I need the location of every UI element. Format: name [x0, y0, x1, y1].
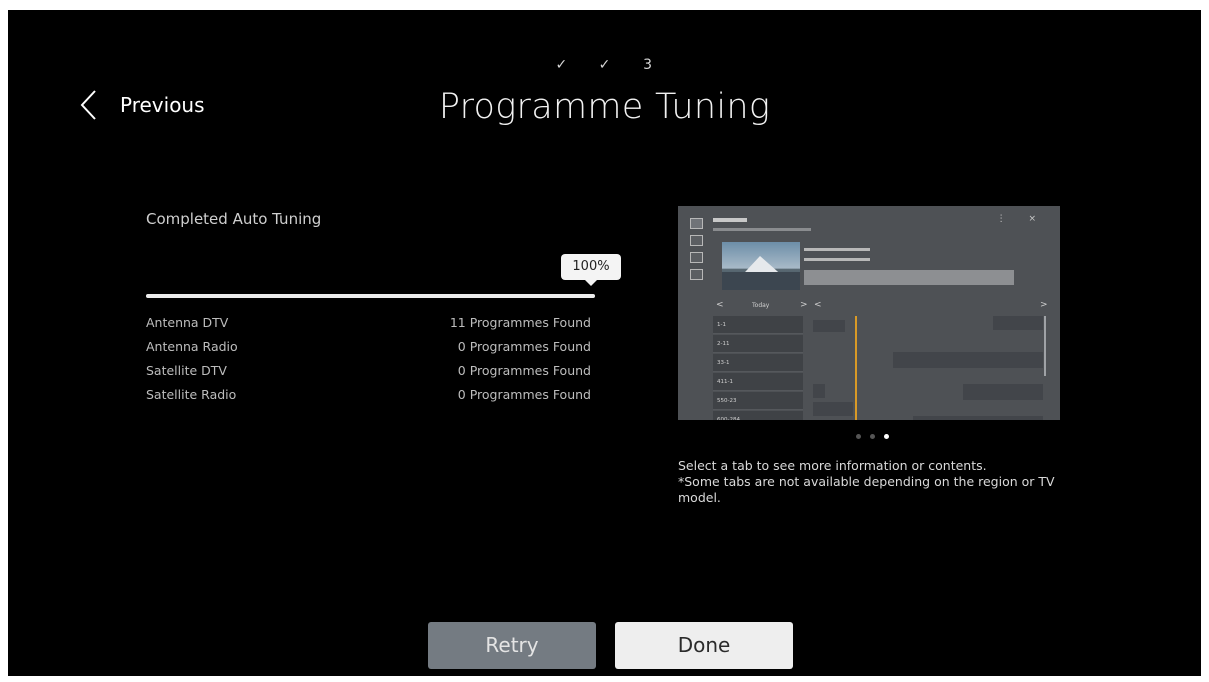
step-2-check-icon: ✓	[598, 57, 611, 73]
step-1-check-icon: ✓	[555, 57, 568, 73]
result-source: Antenna Radio	[146, 339, 238, 354]
page-dot	[870, 434, 875, 439]
preview-programme-block	[813, 402, 853, 416]
preview-tab-icon	[690, 218, 703, 229]
progress-bar	[146, 294, 595, 298]
preview-current-time-line	[855, 316, 857, 420]
tuning-results-list: Antenna DTV 11 Programmes Found Antenna …	[146, 314, 591, 410]
preview-description: Select a tab to see more information or …	[678, 458, 1078, 506]
preview-channel-row: 33-1	[713, 354, 803, 372]
preview-subheader-line	[713, 228, 811, 231]
result-source: Satellite DTV	[146, 363, 227, 378]
result-count: 0 Programmes Found	[457, 387, 591, 402]
step-indicator: ✓ ✓ 3	[8, 54, 1201, 73]
result-row: Antenna Radio 0 Programmes Found	[146, 338, 591, 362]
preview-day-label: Today	[752, 302, 770, 309]
preview-sidebar	[686, 218, 706, 286]
preview-prev-day-icon: <	[716, 300, 724, 310]
tuning-status: Completed Auto Tuning	[146, 210, 322, 228]
preview-programme-block	[893, 352, 1043, 368]
done-button[interactable]: Done	[615, 622, 793, 669]
description-line-1: Select a tab to see more information or …	[678, 458, 987, 473]
result-row: Satellite Radio 0 Programmes Found	[146, 386, 591, 410]
page-title: Programme Tuning	[438, 87, 771, 127]
result-row: Antenna DTV 11 Programmes Found	[146, 314, 591, 338]
result-row: Satellite DTV 0 Programmes Found	[146, 362, 591, 386]
preview-next-time-icon: >	[1040, 300, 1048, 310]
preview-scrollbar	[1044, 316, 1046, 376]
preview-tab-icon	[690, 269, 703, 280]
guide-preview-image: ⋮ × < Today > < > 1-1 2-11 33-1 411-1 55…	[678, 206, 1060, 420]
preview-text-line	[804, 248, 870, 251]
preview-channel-row: 550-23	[713, 392, 803, 410]
preview-date-nav: < Today > < >	[708, 300, 1060, 312]
preview-text-line	[804, 258, 870, 261]
preview-programme-block	[813, 384, 825, 398]
step-3-number: 3	[643, 57, 653, 73]
description-line-2: *Some tabs are not available depending o…	[678, 474, 1055, 505]
preview-programme-block	[963, 384, 1043, 400]
preview-programme-block	[993, 316, 1043, 330]
tv-screen: ✓ ✓ 3 Previous Programme Tuning Complete…	[8, 10, 1201, 676]
preview-programme-block	[913, 416, 1043, 420]
result-count: 0 Programmes Found	[457, 339, 591, 354]
preview-channel-row: 600-284	[713, 411, 803, 420]
preview-info-bar	[804, 270, 1014, 285]
result-source: Satellite Radio	[146, 387, 237, 402]
preview-guide-grid: 1-1 2-11 33-1 411-1 550-23 600-284	[713, 316, 1053, 420]
progress-percent-badge: 100%	[561, 254, 621, 286]
preview-tab-icon	[690, 252, 703, 263]
preview-window-icons: ⋮ ×	[996, 214, 1046, 224]
preview-prev-time-icon: <	[814, 300, 822, 310]
preview-next-day-icon: >	[800, 300, 808, 310]
preview-channel-row: 411-1	[713, 373, 803, 391]
result-count: 0 Programmes Found	[457, 363, 591, 378]
retry-button[interactable]: Retry	[428, 622, 596, 669]
page-dot	[856, 434, 861, 439]
preview-channel-row: 1-1	[713, 316, 803, 334]
preview-header-line	[713, 218, 747, 222]
mountain-thumbnail	[722, 242, 800, 290]
preview-channel-row: 2-11	[713, 335, 803, 353]
result-count: 11 Programmes Found	[449, 315, 591, 330]
result-source: Antenna DTV	[146, 315, 229, 330]
preview-programme-block	[813, 320, 845, 332]
progress-bar-fill	[146, 294, 595, 298]
preview-tab-icon	[690, 235, 703, 246]
page-dot	[884, 434, 889, 439]
